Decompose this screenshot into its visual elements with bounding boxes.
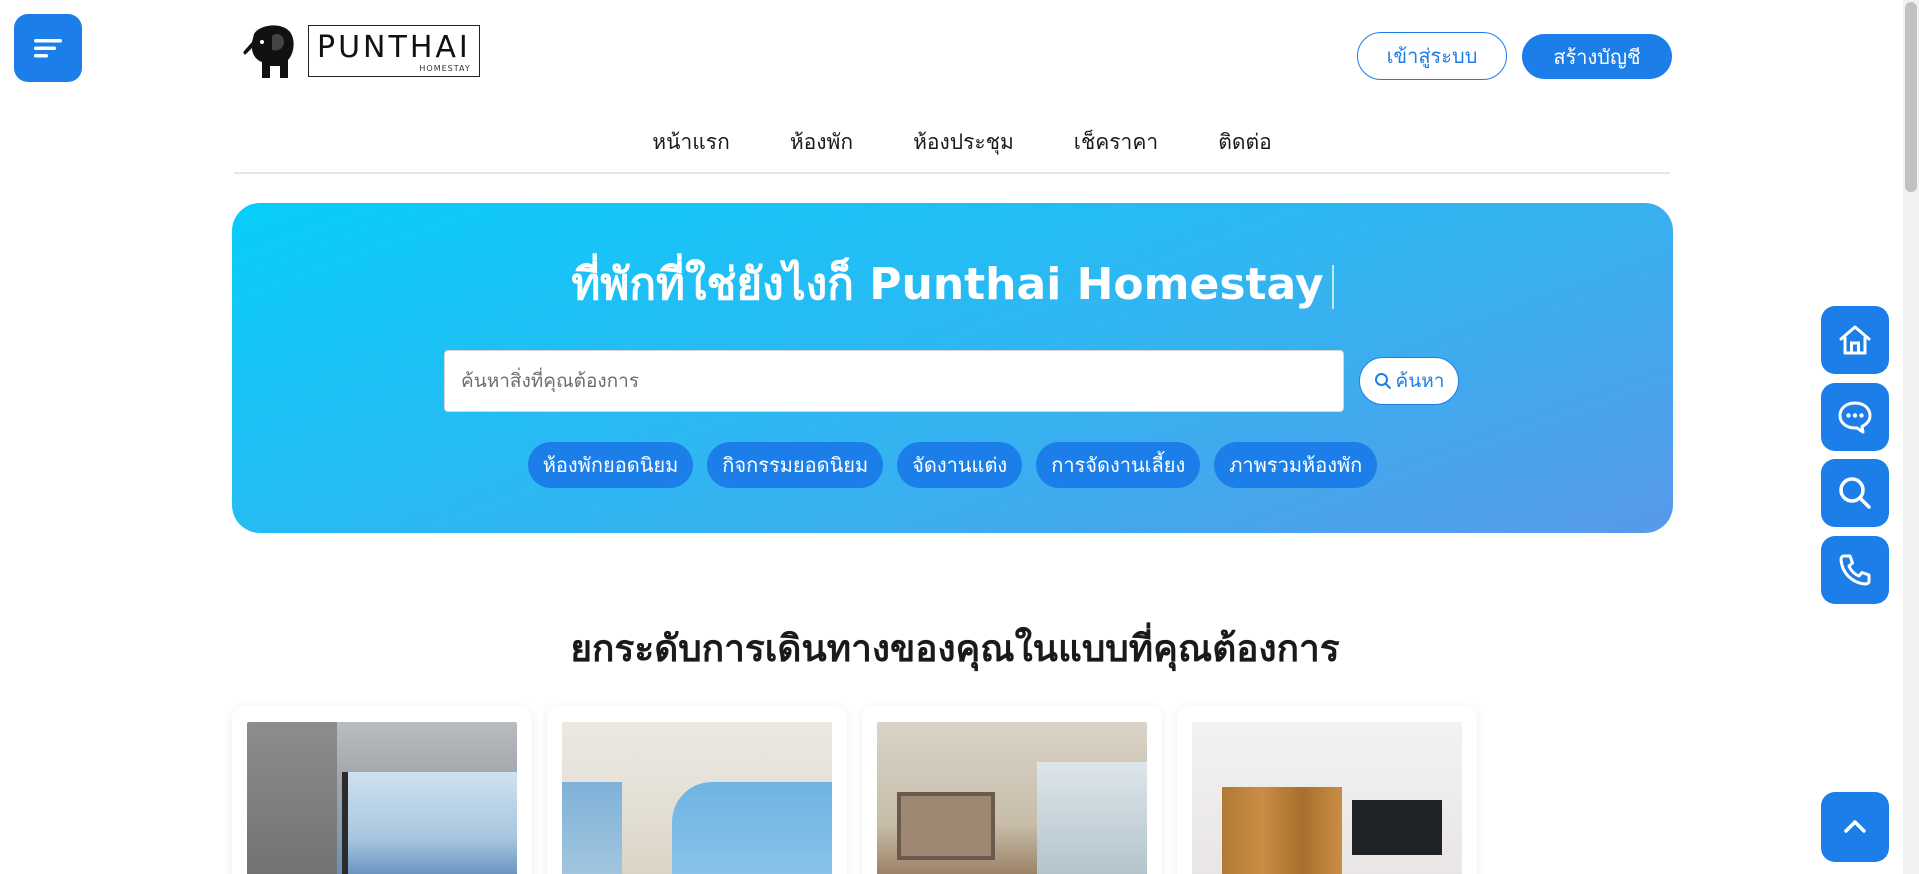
search-icon (1374, 373, 1391, 389)
search-icon (1839, 477, 1871, 509)
nav-item-meeting-rooms[interactable]: ห้องประชุม (913, 118, 1014, 166)
nav-item-rooms[interactable]: ห้องพัก (790, 118, 853, 166)
room-image (562, 722, 832, 874)
room-image (877, 722, 1147, 874)
room-card[interactable] (232, 706, 532, 874)
room-image (1192, 722, 1462, 874)
room-cards (232, 706, 1477, 874)
main-nav: หน้าแรก ห้องพัก ห้องประชุม เช็คราคา ติดต… (234, 118, 1670, 174)
hero-banner: ที่พักที่ใช่ยังไงก็ Punthai Homestay ค้น… (232, 203, 1673, 533)
room-card[interactable] (1177, 706, 1477, 874)
scrollbar-thumb[interactable] (1905, 2, 1917, 192)
search-button[interactable]: ค้นหา (1359, 357, 1459, 405)
typing-caret (1331, 265, 1334, 309)
back-to-top-button[interactable] (1821, 792, 1889, 862)
room-image (247, 722, 517, 874)
quick-links: ห้องพักยอดนิยม กิจกรรมยอดนิยม จัดงานแต่ง… (232, 442, 1673, 488)
section-heading: ยกระดับการเดินทางของคุณในแบบที่คุณต้องกา… (570, 627, 1340, 670)
page-scrollbar[interactable] (1903, 0, 1919, 874)
phone-button[interactable] (1821, 536, 1889, 604)
register-button[interactable]: สร้างบัญชี (1522, 34, 1672, 79)
chat-button[interactable] (1821, 383, 1889, 451)
chat-icon (1838, 401, 1872, 434)
logo-sub-text: HOMESTAY (419, 64, 471, 73)
home-icon (1839, 325, 1871, 355)
chevron-up-icon (1844, 820, 1866, 833)
chip-popular-activities[interactable]: กิจกรรมยอดนิยม (707, 442, 884, 488)
room-card[interactable] (547, 706, 847, 874)
room-card[interactable] (862, 706, 1162, 874)
phone-icon (1839, 554, 1871, 586)
site-logo[interactable]: PUNTHAI HOMESTAY (242, 20, 480, 82)
nav-item-contact[interactable]: ติดต่อ (1218, 118, 1272, 166)
menu-toggle-button[interactable] (14, 14, 82, 82)
nav-item-check-price[interactable]: เช็คราคา (1074, 118, 1158, 166)
nav-item-home[interactable]: หน้าแรก (652, 118, 730, 166)
elephant-logo-icon (243, 25, 294, 78)
home-shortcut-button[interactable] (1821, 306, 1889, 374)
menu-icon (34, 39, 62, 58)
hero-title-text: ที่พักที่ใช่ยังไงก็ Punthai Homestay (571, 259, 1324, 310)
search-shortcut-button[interactable] (1821, 459, 1889, 527)
hero-title: ที่พักที่ใช่ยังไงก็ Punthai Homestay (232, 255, 1673, 315)
logo-brand-text: PUNTHAI (317, 30, 471, 65)
chip-weddings[interactable]: จัดงานแต่ง (897, 442, 1023, 488)
chip-rooms-overview[interactable]: ภาพรวมห้องพัก (1214, 442, 1378, 488)
search-button-label: ค้นหา (1395, 370, 1445, 392)
logo-wordmark: PUNTHAI HOMESTAY (308, 25, 480, 77)
chip-banquets[interactable]: การจัดงานเลี้ยง (1036, 442, 1201, 488)
search-input[interactable] (444, 350, 1344, 412)
login-button[interactable]: เข้าสู่ระบบ (1357, 32, 1507, 80)
chip-popular-rooms[interactable]: ห้องพักยอดนิยม (527, 442, 694, 488)
